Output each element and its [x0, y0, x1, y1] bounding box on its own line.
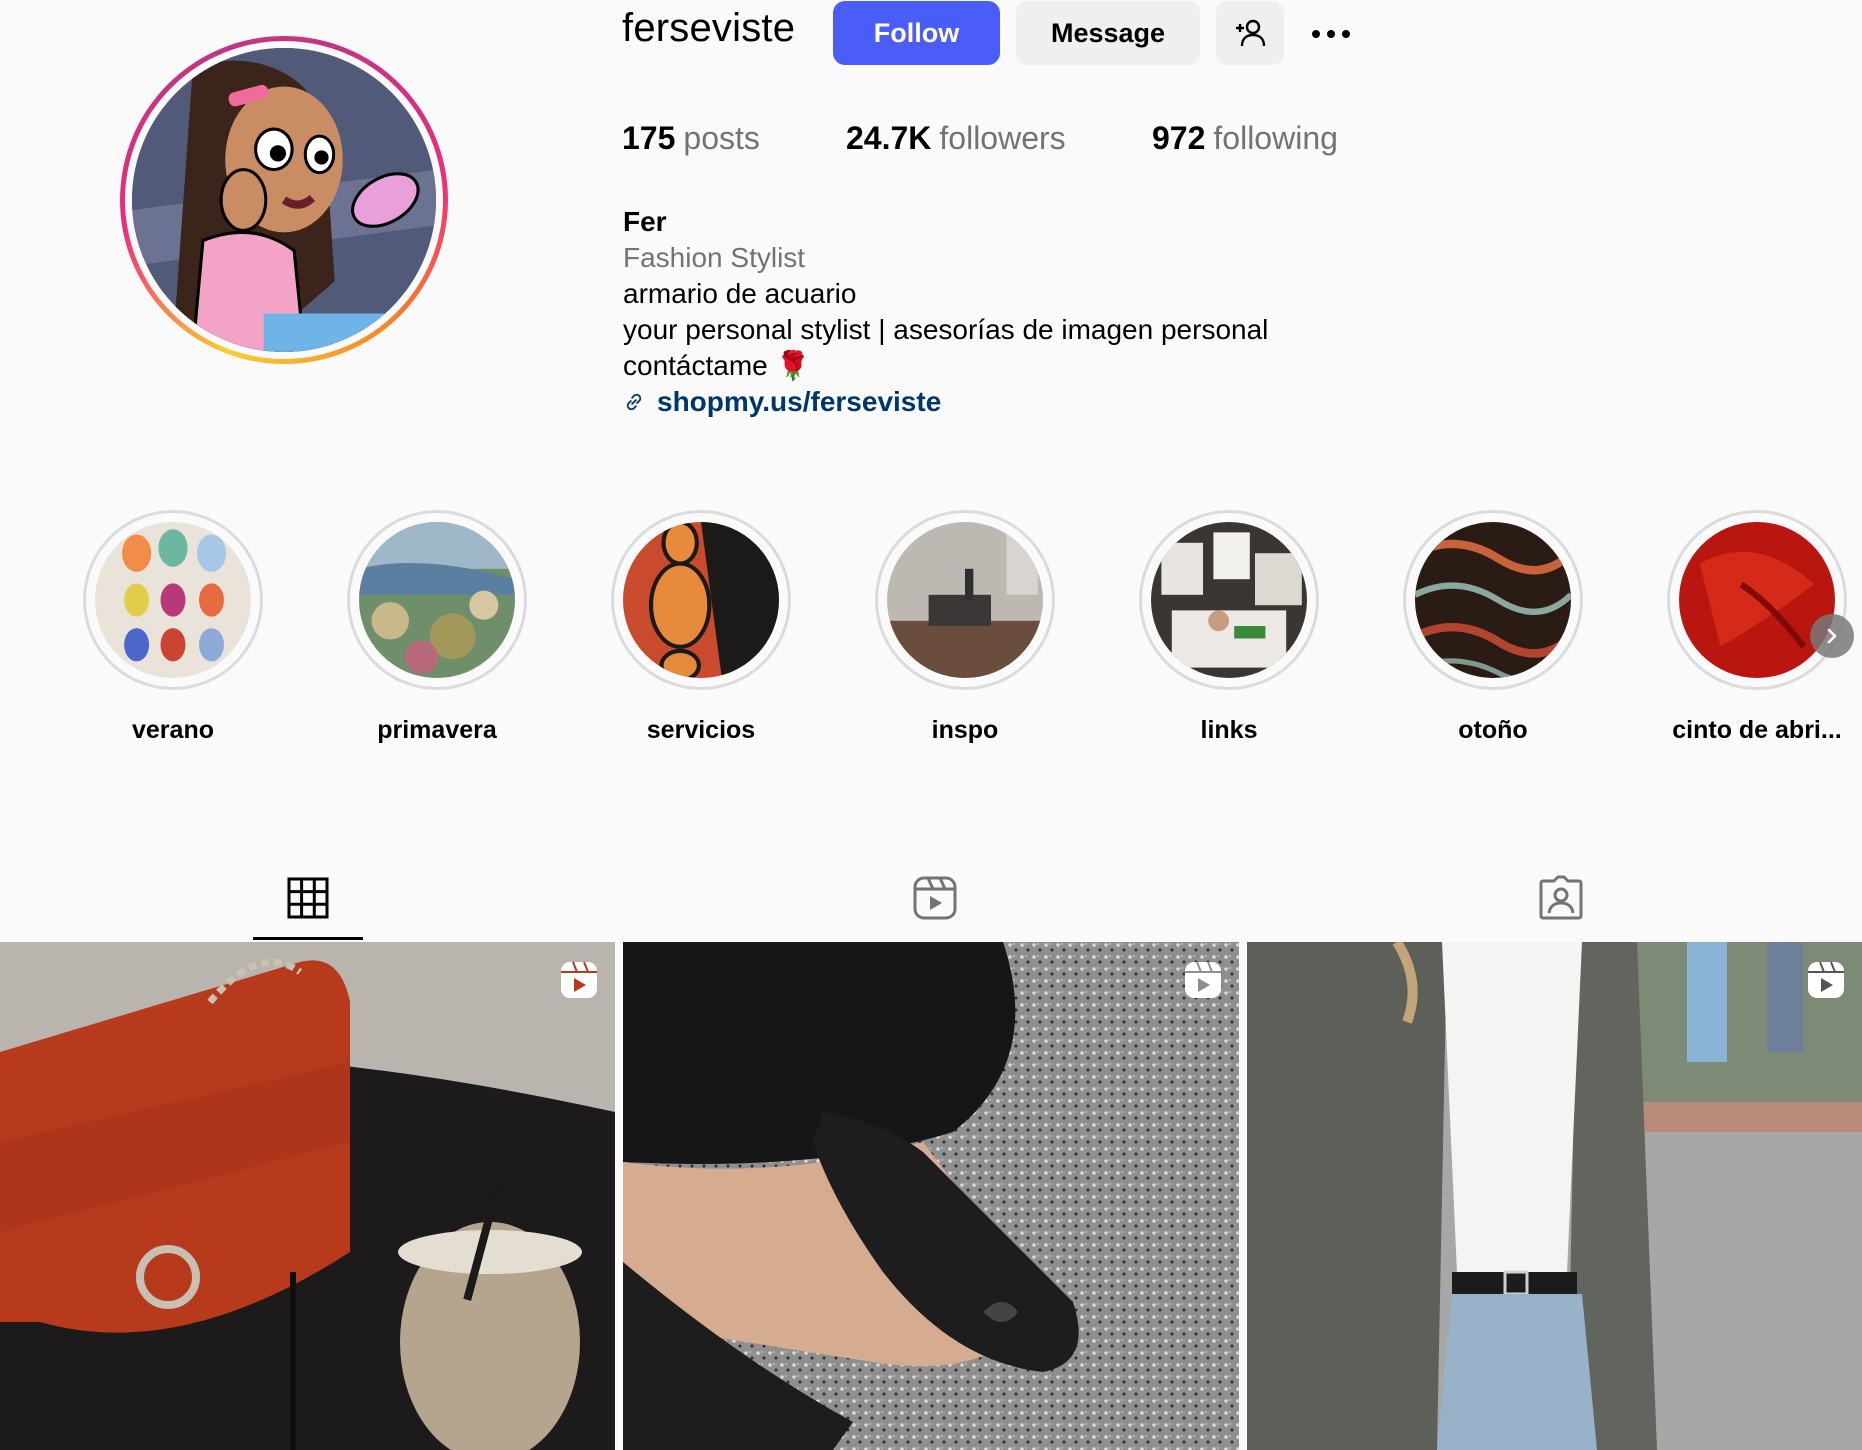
post-tile[interactable] [1247, 942, 1862, 1450]
highlight-item[interactable]: otoño [1361, 510, 1625, 745]
post-tile[interactable] [623, 942, 1239, 1450]
highlight-ring [1403, 510, 1583, 690]
highlight-item[interactable]: links [1097, 510, 1361, 745]
highlight-item[interactable]: verano [41, 510, 305, 745]
highlight-cover [95, 522, 251, 678]
highlight-label: otoño [1458, 716, 1528, 744]
highlight-cover [623, 522, 779, 678]
link-icon [626, 393, 642, 411]
highlight-ring [83, 510, 263, 690]
highlight-ring [1667, 510, 1847, 690]
reels-icon [913, 876, 957, 920]
bio-name: Fer [623, 206, 667, 237]
profile-tabs [0, 856, 1862, 940]
posts-label: posts [683, 120, 760, 156]
avatar-cartoon-image [132, 48, 436, 352]
followers-count-value: 24.7K [846, 120, 932, 156]
highlight-label: primavera [377, 716, 497, 744]
profile-avatar[interactable] [132, 48, 436, 352]
tagged-icon [1539, 875, 1583, 920]
tab-tagged[interactable] [1491, 856, 1631, 940]
story-highlights: verano primavera servicios inspo links o… [0, 510, 1862, 750]
person-plus-icon [1236, 19, 1266, 47]
highlight-ring [347, 510, 527, 690]
more-horizontal-icon [1312, 30, 1320, 38]
following-count-value: 972 [1152, 120, 1206, 156]
bio-line: armario de acuario [623, 278, 857, 309]
more-options-button[interactable] [1306, 16, 1356, 52]
profile-username: ferseviste [622, 6, 796, 50]
highlight-cover [359, 522, 515, 678]
message-button[interactable]: Message [1016, 1, 1200, 65]
highlight-cover [1151, 522, 1307, 678]
follow-button[interactable]: Follow [833, 1, 1000, 65]
bio-link-row: shopmy.us/ferseviste [623, 384, 1268, 420]
highlight-ring [611, 510, 791, 690]
avatar-ring[interactable] [120, 36, 448, 364]
followers-label: followers [939, 120, 1066, 156]
bio-line: contáctame 🌹 [623, 350, 811, 381]
profile-bio: Fer Fashion Stylist armario de acuario y… [623, 204, 1268, 420]
posts-grid [0, 942, 1862, 1450]
post-image [0, 942, 615, 1450]
highlight-label: servicios [646, 716, 756, 744]
tab-posts[interactable] [238, 856, 378, 940]
highlight-ring [1139, 510, 1319, 690]
highlight-item[interactable]: servicios [569, 510, 833, 745]
followers-link[interactable]: 24.7K followers [846, 120, 1066, 157]
post-image [623, 942, 1239, 1450]
grid-icon [287, 877, 329, 919]
bio-external-link[interactable]: shopmy.us/ferseviste [657, 384, 941, 420]
chevron-right-icon [1827, 628, 1837, 644]
reel-icon [1185, 961, 1221, 998]
highlight-label: links [1200, 716, 1258, 744]
highlight-cover [1679, 522, 1835, 678]
post-image [1247, 942, 1862, 1450]
posts-count: 175 posts [622, 120, 760, 157]
reel-icon [561, 961, 597, 998]
tab-reels[interactable] [865, 856, 1005, 940]
bio-category: Fashion Stylist [623, 242, 806, 273]
highlight-item[interactable]: inspo [833, 510, 1097, 745]
highlight-cover [1415, 522, 1571, 678]
highlights-next-button[interactable] [1810, 614, 1854, 658]
highlight-label: inspo [931, 716, 999, 744]
suggest-accounts-button[interactable] [1216, 1, 1284, 65]
following-link[interactable]: 972 following [1152, 120, 1338, 157]
posts-count-value: 175 [622, 120, 676, 156]
following-label: following [1213, 120, 1338, 156]
highlight-label: cinto de abri... [1672, 716, 1842, 744]
highlight-item[interactable]: primavera [305, 510, 569, 745]
bio-line: your personal stylist | asesorías de ima… [623, 314, 1269, 345]
post-tile[interactable] [0, 942, 615, 1450]
highlight-label: verano [132, 716, 214, 744]
highlight-ring [875, 510, 1055, 690]
reel-icon [1808, 961, 1844, 998]
highlight-cover [887, 522, 1043, 678]
